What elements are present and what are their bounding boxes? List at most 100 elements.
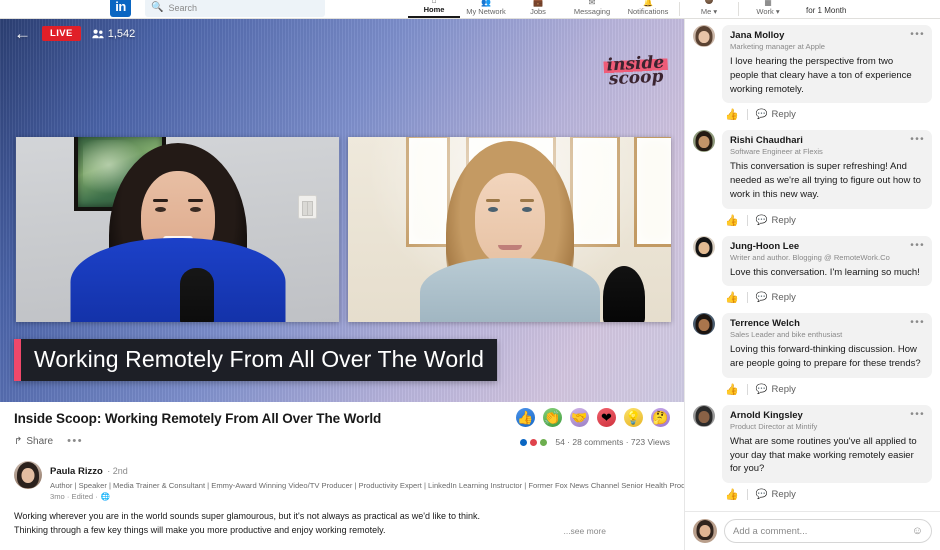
- post-stats[interactable]: 54 · 28 comments · 723 Views: [519, 437, 670, 447]
- nav-item-jobs[interactable]: 💼 Jobs: [512, 0, 564, 18]
- post-author: Paula Rizzo · 2nd Author | Speaker | Med…: [14, 461, 701, 501]
- comment-actions: 👍 💬 Reply: [725, 383, 932, 396]
- comment-text: Love this conversation. I'm learning so …: [730, 266, 920, 278]
- comment-bubble: ••• Rishi Chaudhari Software Engineer at…: [722, 130, 932, 209]
- comment-actions: 👍 💬 Reply: [725, 214, 932, 227]
- nav-divider: [679, 2, 680, 16]
- avatar[interactable]: [693, 235, 715, 258]
- nav-item-notifications[interactable]: 🔔 Notifications: [620, 0, 676, 18]
- nav-item-home[interactable]: ⌂ Home: [408, 0, 460, 18]
- share-button[interactable]: ↱ Share: [14, 436, 53, 447]
- support-reaction-icon[interactable]: 🤝: [570, 408, 589, 427]
- reply-label: Reply: [771, 214, 796, 226]
- love-reaction-icon[interactable]: ❤: [597, 408, 616, 427]
- comment-bubble: ••• Jung-Hoon Lee Writer and author. Blo…: [722, 235, 932, 287]
- comment-bubble: ••• Terrence Welch Sales Leader and bike…: [722, 313, 932, 378]
- avatar[interactable]: [693, 25, 715, 47]
- thumbs-up-icon[interactable]: 👍: [725, 383, 739, 396]
- nav-divider: [738, 2, 739, 16]
- reaction-picker: 👍 👏 🤝 ❤ 💡 🤔: [516, 408, 670, 427]
- video-tile-right[interactable]: [348, 137, 671, 322]
- post-more-menu[interactable]: •••: [67, 435, 83, 447]
- author-headline: Author | Speaker | Media Trainer & Consu…: [50, 481, 701, 490]
- comment-composer: Add a comment... ☺: [685, 511, 940, 550]
- nav-item-label: Jobs: [530, 6, 546, 16]
- avatar[interactable]: [693, 130, 715, 153]
- love-bubble-icon: [529, 437, 539, 447]
- thumbs-up-icon[interactable]: 👍: [725, 214, 739, 227]
- avatar[interactable]: [693, 519, 717, 543]
- nav-item-work[interactable]: ▦ Work ▾: [742, 0, 794, 18]
- post-timestamp: 3mo · Edited · 🌐: [50, 492, 670, 501]
- commenter-name[interactable]: Terrence Welch: [730, 318, 924, 329]
- avatar[interactable]: [14, 461, 42, 489]
- like-reaction-icon[interactable]: 👍: [516, 408, 535, 427]
- reply-button[interactable]: 💬 Reply: [756, 215, 796, 226]
- curious-reaction-icon[interactable]: 🤔: [651, 408, 670, 427]
- inside-scoop-watermark: inside scoop: [603, 52, 669, 89]
- thumbs-up-icon[interactable]: 👍: [725, 488, 739, 501]
- divider: [746, 292, 748, 304]
- reply-label: Reply: [771, 109, 796, 121]
- commenter-name[interactable]: Rishi Chaudhari: [730, 135, 924, 146]
- avatar[interactable]: [693, 313, 715, 336]
- viewer-count: 1,542: [92, 27, 136, 40]
- comment-more-menu[interactable]: •••: [910, 134, 925, 145]
- author-name[interactable]: Paula Rizzo: [50, 466, 103, 477]
- globe-icon: 🌐: [100, 492, 111, 501]
- thumbs-up-icon[interactable]: 👍: [725, 291, 739, 304]
- post-stats-label: 54 · 28 comments · 723 Views: [555, 437, 670, 447]
- comment-more-menu[interactable]: •••: [910, 317, 925, 328]
- comment-more-menu[interactable]: •••: [910, 240, 925, 251]
- see-more-link[interactable]: ...see more: [563, 526, 606, 536]
- thumbs-up-icon[interactable]: 👍: [725, 108, 739, 121]
- video-tile-left[interactable]: [16, 137, 339, 322]
- speaker-two-face: [474, 173, 545, 265]
- nav-item-label: Notifications: [627, 6, 669, 16]
- reply-button[interactable]: 💬 Reply: [756, 384, 796, 395]
- comment-icon: 💬: [755, 292, 768, 304]
- people-icon: [92, 29, 104, 38]
- emoji-icon[interactable]: ☺: [912, 525, 923, 537]
- speaker-one-shirt: [70, 238, 285, 322]
- insightful-reaction-icon[interactable]: 💡: [624, 408, 643, 427]
- commenter-name[interactable]: Jung-Hoon Lee: [730, 241, 924, 252]
- comment-placeholder: Add a comment...: [733, 525, 808, 537]
- nav-items: ⌂ Home 👥 My Network 💼 Jobs ✉ Messaging 🔔…: [408, 0, 846, 18]
- post-time-label: 3mo · Edited ·: [50, 492, 98, 501]
- nav-item-me[interactable]: Me ▾: [683, 0, 735, 18]
- speaker-two-video: [348, 137, 671, 322]
- post-details: Inside Scoop: Working Remotely From All …: [0, 402, 701, 550]
- comment-bubble: ••• Arnold Kingsley Product Director at …: [722, 404, 932, 484]
- search-input[interactable]: 🔍 Search: [145, 0, 325, 17]
- nav-item-messaging[interactable]: ✉ Messaging: [564, 0, 620, 18]
- nav-item-my-network[interactable]: 👥 My Network: [460, 0, 512, 18]
- reply-button[interactable]: 💬 Reply: [756, 489, 796, 500]
- speaker-one-microphone: [179, 268, 214, 322]
- list-item: ••• Jung-Hoon Lee Writer and author. Blo…: [693, 235, 932, 304]
- comment-more-menu[interactable]: •••: [910, 409, 925, 420]
- back-arrow-icon[interactable]: ←: [14, 25, 31, 42]
- comments-panel: ••• Jana Molloy Marketing manager at App…: [684, 19, 940, 550]
- commenter-name[interactable]: Jana Molloy: [730, 30, 924, 41]
- search-placeholder: Search: [168, 2, 197, 13]
- premium-promo-label[interactable]: for 1 Month: [806, 6, 846, 18]
- reply-button[interactable]: 💬 Reply: [756, 292, 796, 303]
- reply-button[interactable]: 💬 Reply: [756, 109, 796, 120]
- like-bubble-icon: [519, 437, 529, 447]
- comment-more-menu[interactable]: •••: [910, 29, 925, 40]
- comment-text: What are some routines you've all applie…: [730, 435, 917, 475]
- viewer-count-label: 1,542: [107, 27, 136, 40]
- avatar[interactable]: [693, 404, 715, 427]
- commenter-name[interactable]: Arnold Kingsley: [730, 410, 924, 421]
- live-video-stage[interactable]: ← LIVE 1,542 inside scoop Working Remote…: [0, 19, 684, 402]
- share-icon: ↱: [14, 435, 23, 447]
- celebrate-reaction-icon[interactable]: 👏: [543, 408, 562, 427]
- commenter-headline: Software Engineer at Flexis: [730, 147, 823, 157]
- nav-item-label: Messaging: [573, 6, 611, 16]
- divider: [746, 489, 748, 501]
- video-tiles: [16, 137, 671, 322]
- linkedin-logo-icon[interactable]: in: [110, 0, 131, 17]
- comment-input[interactable]: Add a comment... ☺: [724, 519, 932, 543]
- caption-text: Working Remotely From All Over The World: [21, 339, 498, 381]
